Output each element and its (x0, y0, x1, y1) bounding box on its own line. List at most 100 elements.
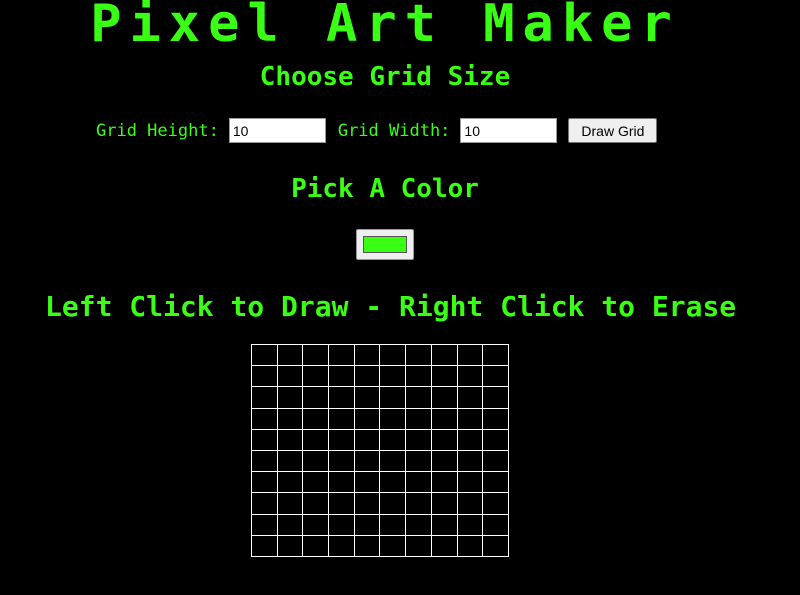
grid-cell[interactable] (251, 365, 278, 388)
grid-cell[interactable] (405, 492, 432, 515)
grid-cell[interactable] (482, 492, 509, 515)
grid-cell[interactable] (482, 449, 509, 473)
grid-cell[interactable] (379, 534, 407, 557)
grid-cell[interactable] (276, 492, 304, 515)
grid-cell[interactable] (276, 471, 304, 494)
grid-cell[interactable] (405, 407, 432, 430)
grid-cell[interactable] (251, 492, 278, 515)
grid-cell[interactable] (302, 471, 330, 494)
grid-cell[interactable] (456, 365, 484, 388)
grid-cell[interactable] (251, 513, 278, 536)
grid-cell[interactable] (430, 513, 458, 536)
grid-cell[interactable] (379, 449, 407, 473)
grid-cell[interactable] (302, 428, 330, 451)
grid-cell[interactable] (482, 407, 509, 430)
grid-cell[interactable] (379, 407, 407, 430)
grid-width-input[interactable] (460, 118, 558, 143)
grid-cell[interactable] (405, 534, 432, 557)
grid-cell[interactable] (379, 513, 407, 536)
grid-cell[interactable] (251, 471, 278, 494)
grid-cell[interactable] (276, 407, 304, 430)
grid-cell[interactable] (430, 407, 458, 430)
grid-cell[interactable] (251, 428, 278, 451)
grid-cell[interactable] (405, 365, 432, 388)
grid-cell[interactable] (302, 534, 330, 557)
grid-cell[interactable] (328, 407, 355, 430)
grid-cell[interactable] (276, 343, 304, 367)
grid-cell[interactable] (276, 449, 304, 473)
grid-cell[interactable] (430, 343, 458, 367)
grid-cell[interactable] (482, 365, 509, 388)
grid-cell[interactable] (482, 428, 509, 451)
grid-cell[interactable] (328, 471, 355, 494)
grid-cell[interactable] (456, 513, 484, 536)
grid-cell[interactable] (302, 407, 330, 430)
grid-cell[interactable] (405, 513, 432, 536)
grid-cell[interactable] (251, 534, 278, 557)
grid-cell[interactable] (405, 386, 432, 409)
grid-cell[interactable] (251, 407, 278, 430)
grid-cell[interactable] (353, 513, 381, 536)
grid-cell[interactable] (353, 343, 381, 367)
grid-cell[interactable] (328, 428, 355, 451)
grid-cell[interactable] (456, 428, 484, 451)
grid-cell[interactable] (276, 365, 304, 388)
grid-cell[interactable] (302, 386, 330, 409)
grid-cell[interactable] (405, 449, 432, 473)
grid-cell[interactable] (430, 471, 458, 494)
grid-cell[interactable] (302, 492, 330, 515)
grid-cell[interactable] (379, 428, 407, 451)
grid-cell[interactable] (456, 449, 484, 473)
grid-cell[interactable] (430, 492, 458, 515)
grid-cell[interactable] (379, 492, 407, 515)
color-picker[interactable] (356, 229, 414, 260)
grid-cell[interactable] (430, 449, 458, 473)
grid-cell[interactable] (353, 449, 381, 473)
grid-cell[interactable] (482, 513, 509, 536)
grid-cell[interactable] (353, 428, 381, 451)
grid-cell[interactable] (379, 365, 407, 388)
grid-cell[interactable] (430, 534, 458, 557)
grid-cell[interactable] (302, 513, 330, 536)
grid-cell[interactable] (276, 534, 304, 557)
grid-cell[interactable] (302, 365, 330, 388)
grid-cell[interactable] (353, 534, 381, 557)
grid-cell[interactable] (456, 407, 484, 430)
grid-cell[interactable] (328, 386, 355, 409)
grid-cell[interactable] (251, 449, 278, 473)
grid-cell[interactable] (353, 471, 381, 494)
grid-cell[interactable] (482, 534, 509, 557)
grid-cell[interactable] (302, 449, 330, 473)
grid-cell[interactable] (379, 471, 407, 494)
grid-cell[interactable] (482, 471, 509, 494)
grid-cell[interactable] (456, 534, 484, 557)
grid-cell[interactable] (405, 343, 432, 367)
grid-cell[interactable] (328, 365, 355, 388)
grid-cell[interactable] (456, 471, 484, 494)
grid-cell[interactable] (353, 407, 381, 430)
grid-cell[interactable] (379, 386, 407, 409)
grid-cell[interactable] (276, 513, 304, 536)
grid-height-input[interactable] (228, 118, 326, 143)
grid-cell[interactable] (353, 386, 381, 409)
grid-cell[interactable] (482, 343, 509, 367)
grid-cell[interactable] (456, 343, 484, 367)
grid-cell[interactable] (276, 428, 304, 451)
grid-cell[interactable] (302, 343, 330, 367)
grid-cell[interactable] (405, 428, 432, 451)
grid-cell[interactable] (405, 471, 432, 494)
grid-cell[interactable] (430, 386, 458, 409)
grid-cell[interactable] (328, 449, 355, 473)
grid-cell[interactable] (430, 365, 458, 388)
grid-cell[interactable] (456, 492, 484, 515)
draw-grid-button[interactable]: Draw Grid (568, 118, 658, 143)
grid-cell[interactable] (251, 343, 278, 367)
pixel-canvas[interactable] (251, 343, 509, 557)
grid-cell[interactable] (379, 343, 407, 367)
grid-cell[interactable] (353, 365, 381, 388)
grid-cell[interactable] (430, 428, 458, 451)
grid-cell[interactable] (328, 492, 355, 515)
grid-cell[interactable] (328, 513, 355, 536)
grid-cell[interactable] (276, 386, 304, 409)
grid-cell[interactable] (328, 534, 355, 557)
